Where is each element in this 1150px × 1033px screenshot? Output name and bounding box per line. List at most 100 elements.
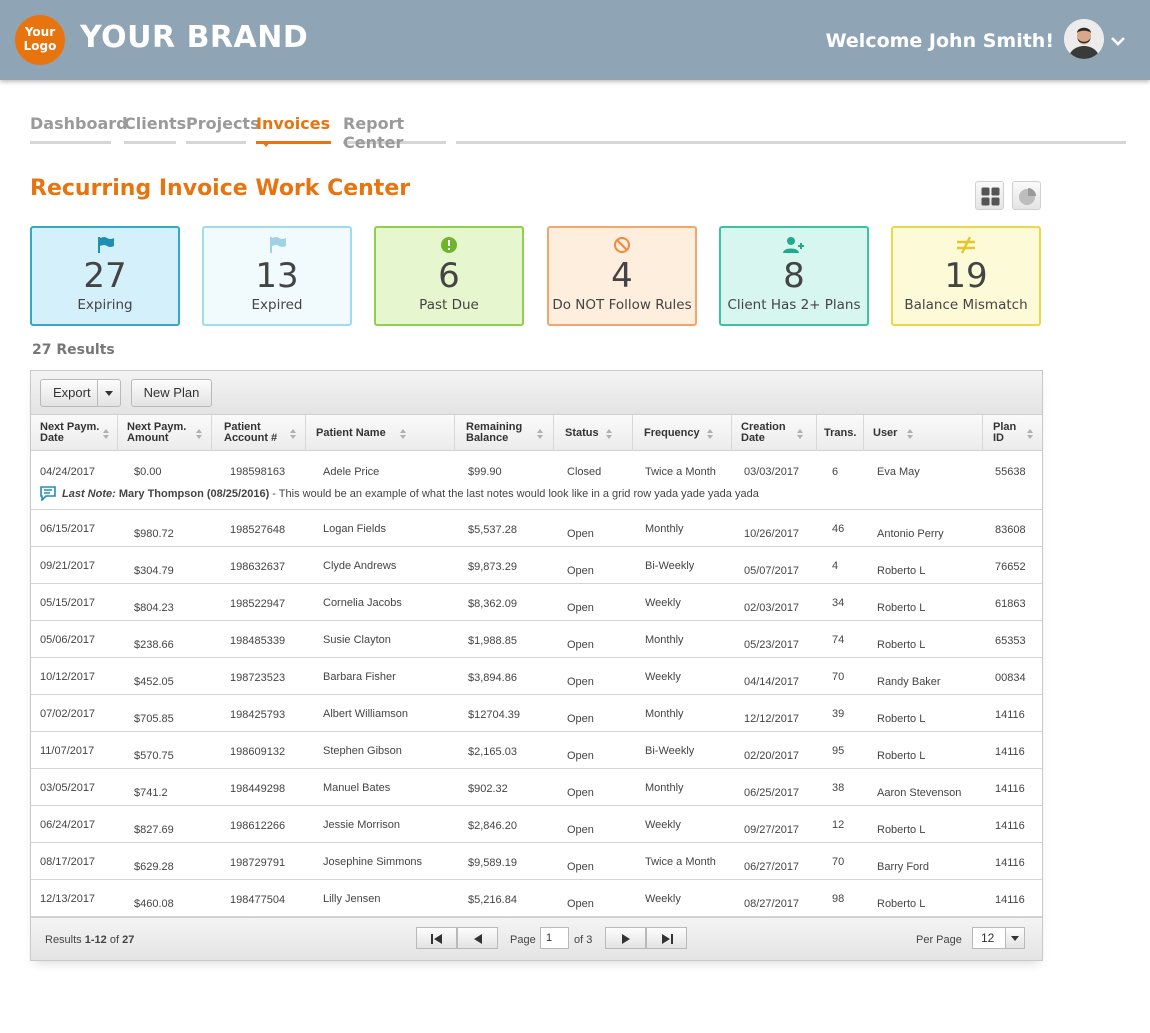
cell-remaining-balance: $2,165.03 xyxy=(468,746,517,758)
column-header-patient-name[interactable]: Patient Name xyxy=(306,415,455,451)
cell-patient-account: 198425793 xyxy=(230,709,286,721)
cell-next-payment-amount: $980.72 xyxy=(134,528,174,540)
table-row[interactable]: 12/13/2017 $460.08 198477504 Lilly Jensen $5… xyxy=(31,880,1042,917)
results-range: 1-12 xyxy=(84,934,107,946)
last-page-button[interactable] xyxy=(646,927,687,949)
brand-logo[interactable]: Your Logo xyxy=(15,15,65,65)
cell-frequency: Bi-Weekly xyxy=(645,745,695,757)
new-plan-label: New Plan xyxy=(143,385,200,400)
not-equal-icon xyxy=(893,236,1039,254)
column-title: Account # xyxy=(224,432,278,444)
cell-frequency: Monthly xyxy=(645,634,684,646)
cell-patient-account: 198485339 xyxy=(230,635,286,647)
card-client-has-plans[interactable]: 8 Client Has 2+ Plans xyxy=(719,226,869,326)
cell-creation-date: 02/03/2017 xyxy=(744,602,800,614)
column-header-patient-account[interactable]: Patient Account # xyxy=(212,415,306,451)
page-number-input[interactable]: 1 xyxy=(540,927,569,949)
cell-user: Roberto L xyxy=(877,639,926,651)
per-page-select[interactable]: 12 xyxy=(972,927,1025,949)
cell-transactions: 98 xyxy=(832,893,845,905)
comment-icon xyxy=(40,486,56,501)
tab-report-center[interactable]: Report Center xyxy=(343,112,446,152)
cell-patient-account: 198729791 xyxy=(230,857,286,869)
tab-projects[interactable]: Projects xyxy=(186,112,260,144)
tab-invoices[interactable]: Invoices xyxy=(256,112,331,147)
export-dropdown-icon[interactable] xyxy=(97,380,120,406)
column-header-next-payment-date[interactable]: Next Paym. Date xyxy=(31,415,118,451)
cell-user: Roberto L xyxy=(877,565,926,577)
column-header-creation-date[interactable]: Creation Date xyxy=(732,415,817,451)
user-avatar[interactable] xyxy=(1064,19,1104,59)
tab-clients[interactable]: Clients xyxy=(124,112,186,144)
column-header-transactions[interactable]: Trans. xyxy=(817,415,864,451)
table-row[interactable]: 06/15/2017 $980.72 198527648 Logan Fields $5… xyxy=(31,510,1042,547)
table-row[interactable]: 07/02/2017 $705.85 198425793 Albert William… xyxy=(31,695,1042,732)
sort-icon xyxy=(606,429,613,439)
column-title: Amount xyxy=(127,432,169,444)
cell-frequency: Twice a Month xyxy=(645,466,716,478)
column-header-user[interactable]: User xyxy=(864,415,983,451)
cell-frequency: Bi-Weekly xyxy=(645,560,695,572)
cell-plan-id: 14116 xyxy=(995,709,1025,721)
table-row[interactable]: 09/21/2017 $304.79 198632637 Clyde Andrews $… xyxy=(31,547,1042,584)
cell-creation-date: 06/27/2017 xyxy=(744,861,800,873)
cell-next-payment-amount: $304.79 xyxy=(134,565,174,577)
export-button[interactable]: Export xyxy=(40,379,121,407)
card-value: 6 xyxy=(438,256,460,296)
table-row[interactable]: 08/17/2017 $629.28 198729791 Josephine Simm… xyxy=(31,843,1042,880)
cell-status: Open xyxy=(567,676,594,688)
column-header-next-payment-amount[interactable]: Next Paym. Amount xyxy=(118,415,212,451)
card-do-not-follow-rules[interactable]: 4 Do NOT Follow Rules xyxy=(547,226,697,326)
card-expiring[interactable]: 27 Expiring xyxy=(30,226,180,326)
cell-next-payment-amount: $460.08 xyxy=(134,898,174,910)
cell-transactions: 95 xyxy=(832,745,845,757)
next-page-icon xyxy=(622,934,630,944)
card-expired[interactable]: 13 Expired xyxy=(202,226,352,326)
table-row[interactable]: 10/12/2017 $452.05 198723523 Barbara Fisher… xyxy=(31,658,1042,695)
pie-chart-icon xyxy=(1019,188,1036,205)
next-page-button[interactable] xyxy=(605,927,646,949)
card-past-due[interactable]: 6 Past Due xyxy=(374,226,524,326)
previous-page-button[interactable] xyxy=(457,927,498,949)
column-title: Balance xyxy=(466,432,509,444)
cell-next-payment-date: 05/15/2017 xyxy=(40,597,96,609)
table-row[interactable]: 05/06/2017 $238.66 198485339 Susie Clayton $… xyxy=(31,621,1042,658)
column-header-frequency[interactable]: Frequency xyxy=(633,415,732,451)
logo-text-line2: Logo xyxy=(23,39,57,53)
table-row[interactable]: 03/05/2017 $741.2 198449298 Manuel Bates $90… xyxy=(31,769,1042,806)
first-page-button[interactable] xyxy=(416,927,457,949)
cell-next-payment-date: 06/15/2017 xyxy=(40,523,96,535)
grid-pagination: Results 1-12 of 27 Page 1 of 3 Per Page … xyxy=(31,917,1042,960)
sort-icon xyxy=(797,429,804,439)
logo-text-line1: Your xyxy=(24,25,56,39)
new-plan-button[interactable]: New Plan xyxy=(131,379,212,407)
column-header-plan-id[interactable]: Plan ID xyxy=(983,415,1042,451)
card-balance-mismatch[interactable]: 19 Balance Mismatch xyxy=(891,226,1041,326)
results-summary: Results 1-12 of 27 xyxy=(45,934,134,946)
column-header-remaining-balance[interactable]: Remaining Balance xyxy=(455,415,554,451)
grid-view-button[interactable] xyxy=(975,181,1004,210)
cell-next-payment-date: 03/05/2017 xyxy=(40,782,96,794)
column-title: ID xyxy=(993,432,1004,444)
cell-frequency: Monthly xyxy=(645,782,684,794)
add-user-icon xyxy=(721,236,867,254)
table-row[interactable]: 11/07/2017 $570.75 198609132 Stephen Gibson… xyxy=(31,732,1042,769)
table-row[interactable]: 05/15/2017 $804.23 198522947 Cornelia Jacob… xyxy=(31,584,1042,621)
cell-remaining-balance: $5,216.84 xyxy=(468,894,517,906)
column-header-status[interactable]: Status xyxy=(554,415,633,451)
cell-user: Randy Baker xyxy=(877,676,941,688)
cell-plan-id: 55638 xyxy=(995,466,1026,478)
column-title: Status xyxy=(565,427,599,439)
cell-plan-id: 61863 xyxy=(995,598,1026,610)
tab-dashboard[interactable]: Dashboard xyxy=(30,112,128,144)
note-label: Last Note: xyxy=(62,488,116,500)
note-text: - This would be an example of what the l… xyxy=(269,488,759,500)
table-row[interactable]: 06/24/2017 $827.69 198612266 Jessie Morriso… xyxy=(31,806,1042,843)
results-count: 27 Results xyxy=(32,342,115,358)
cell-patient-name: Stephen Gibson xyxy=(323,745,402,757)
cell-status: Open xyxy=(567,602,594,614)
user-menu-chevron-icon[interactable] xyxy=(1110,33,1126,49)
table-row[interactable]: 04/24/2017 $0.00 198598163 Adele Price $99.9… xyxy=(31,452,1042,510)
cell-next-payment-date: 12/13/2017 xyxy=(40,893,96,905)
chart-view-button[interactable] xyxy=(1012,181,1041,210)
